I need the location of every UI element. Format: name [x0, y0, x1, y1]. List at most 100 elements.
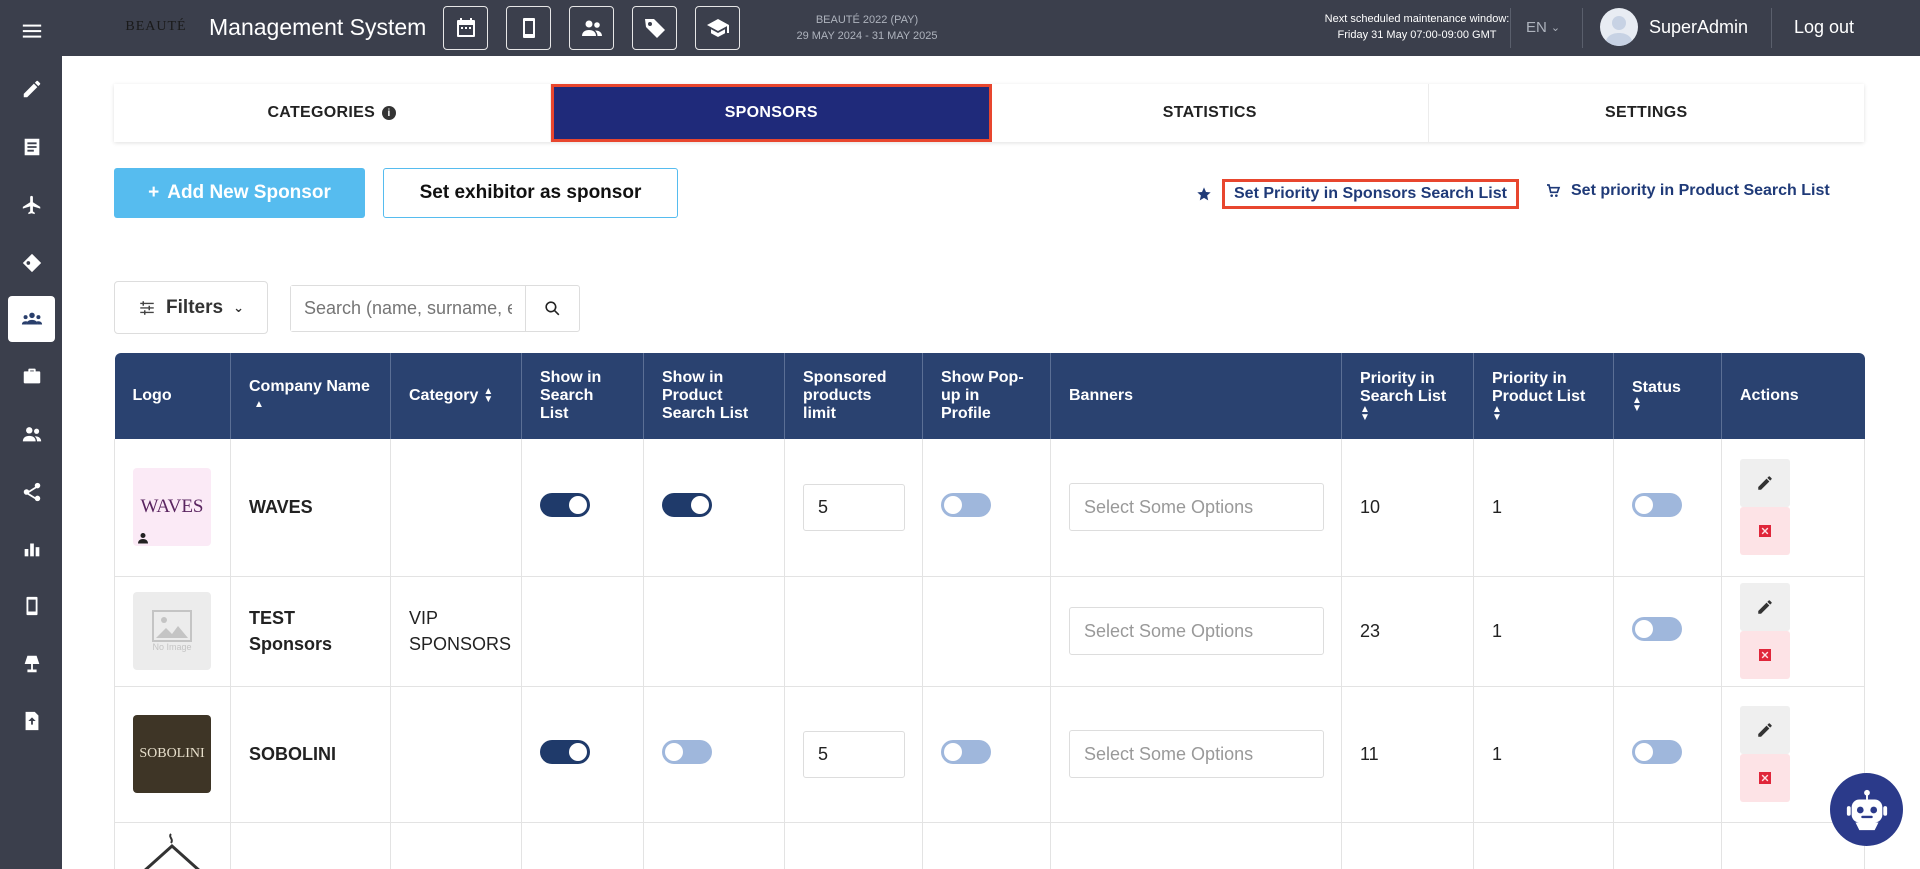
tag-icon[interactable]	[632, 6, 677, 50]
chatbot-button[interactable]	[1830, 773, 1903, 846]
logo-cell: No Image	[114, 576, 231, 687]
table-row: SOBOLINI SOBOLINI 5 Select Some Options …	[114, 686, 1865, 823]
set-priority-products-link[interactable]: Set priority in Product Search List	[1545, 182, 1830, 200]
delete-button[interactable]	[1740, 507, 1790, 556]
table-header-row: Logo Company Name▲ Category ▲ ▼ Show in Se…	[114, 353, 1865, 439]
house-logo-icon	[144, 833, 200, 869]
category: VIP SPONSORS	[409, 608, 512, 654]
set-priority-sponsors-link[interactable]: Set Priority in Sponsors Search List	[1196, 179, 1519, 209]
tab-categories[interactable]: CATEGORIES i	[114, 84, 551, 142]
column-header-status[interactable]: Status ▲ ▼	[1613, 353, 1722, 439]
column-header-priority-product[interactable]: Priority in Product List ▲ ▼	[1473, 353, 1614, 439]
language-selector[interactable]: EN ⌄	[1526, 19, 1560, 36]
divider	[1510, 8, 1511, 48]
logo-cell: WAVES	[114, 439, 231, 577]
search-icon	[545, 301, 560, 316]
sort-icon: ▲ ▼	[483, 385, 494, 405]
column-header: Actions	[1721, 353, 1865, 439]
share-icon[interactable]	[8, 469, 55, 515]
search-input[interactable]	[291, 286, 525, 331]
top-bar: BEAUTÉ Management System BEAUTÉ 2022 (PA…	[62, 0, 1920, 56]
section-tabs: CATEGORIES i SPONSORS STATISTICS SETTING…	[114, 84, 1864, 142]
company-name: WAVES	[249, 497, 313, 518]
delete-button[interactable]	[1740, 754, 1790, 802]
column-header-category[interactable]: Category ▲ ▼	[390, 353, 522, 439]
briefcase-icon[interactable]	[8, 353, 55, 399]
chevron-down-icon: ⌄	[1550, 22, 1561, 34]
people-icon[interactable]	[8, 411, 55, 457]
priority-search: 10	[1360, 496, 1381, 517]
status-toggle[interactable]	[1632, 492, 1682, 517]
app-title: Management System	[209, 14, 427, 40]
chart-icon[interactable]	[8, 526, 55, 572]
column-header: Banners	[1050, 353, 1342, 439]
delete-icon	[1759, 525, 1771, 538]
delete-button[interactable]	[1740, 631, 1790, 679]
image-placeholder-icon	[152, 610, 192, 642]
sponsors-table: Logo Company Name▲ Category ▲ ▼ Show in Se…	[114, 353, 1865, 869]
users-group-icon[interactable]	[8, 296, 55, 342]
logo-cell: SOBOLINI	[114, 686, 231, 823]
users-icon[interactable]	[569, 6, 614, 50]
products-limit-input[interactable]: 5	[803, 730, 905, 778]
tags-icon[interactable]	[8, 240, 55, 286]
company-logo: No Image	[133, 592, 211, 670]
info-icon: i	[382, 106, 397, 120]
priority-search: 23	[1360, 620, 1381, 641]
file-upload-icon[interactable]	[8, 698, 55, 744]
cart-icon	[1547, 184, 1561, 197]
filters-button[interactable]: Filters ⌄	[114, 281, 268, 334]
tab-sponsors[interactable]: SPONSORS	[550, 84, 992, 142]
lamp-icon[interactable]	[8, 641, 55, 687]
show-search-toggle[interactable]	[540, 739, 590, 764]
priority-product: 1	[1492, 743, 1503, 764]
table-row: No Image TEST Sponsors VIP SPONSORS Sele…	[114, 576, 1865, 687]
menu-icon[interactable]	[8, 8, 55, 54]
popup-toggle[interactable]	[941, 739, 991, 764]
show-search-toggle[interactable]	[540, 492, 590, 517]
tab-statistics[interactable]: STATISTICS	[992, 84, 1429, 142]
robot-icon	[1846, 789, 1887, 830]
edit-button[interactable]	[1740, 706, 1790, 754]
show-product-search-toggle[interactable]	[662, 739, 712, 764]
column-header: Show in Product Search List	[643, 353, 785, 439]
edit-button[interactable]	[1740, 583, 1790, 631]
divider	[1582, 8, 1583, 48]
banners-select[interactable]: Select Some Options	[1069, 607, 1324, 655]
add-new-sponsor-button[interactable]: + Add New Sponsor	[114, 168, 365, 218]
sliders-icon	[140, 300, 154, 315]
list-icon[interactable]	[8, 124, 55, 170]
plus-icon: +	[148, 182, 160, 203]
plane-icon[interactable]	[8, 182, 55, 228]
banners-select[interactable]: Select Some Options	[1069, 483, 1324, 532]
divider	[1771, 8, 1772, 48]
logo-cell	[114, 822, 231, 869]
status-toggle[interactable]	[1632, 739, 1682, 764]
show-product-search-toggle[interactable]	[662, 492, 712, 517]
set-exhibitor-as-sponsor-button[interactable]: Set exhibitor as sponsor	[383, 168, 678, 218]
banners-select[interactable]: Select Some Options	[1069, 730, 1324, 778]
sort-icon: ▲ ▼	[1632, 395, 1642, 414]
sort-icon: ▲ ▼	[1360, 404, 1370, 423]
pencil-icon	[1758, 723, 1772, 737]
avatar[interactable]	[1600, 8, 1638, 46]
status-toggle[interactable]	[1632, 616, 1682, 641]
calendar-icon[interactable]	[443, 6, 488, 50]
column-header: Show Pop-up in Profile	[922, 353, 1051, 439]
column-header-company[interactable]: Company Name▲	[230, 353, 391, 439]
logout-link[interactable]: Log out	[1794, 17, 1854, 38]
tab-settings[interactable]: SETTINGS	[1429, 84, 1865, 142]
popup-toggle[interactable]	[941, 492, 991, 517]
table-row	[114, 822, 1865, 869]
priority-product: 1	[1492, 620, 1503, 641]
graduation-cap-icon[interactable]	[695, 6, 740, 50]
edit-button[interactable]	[1740, 459, 1790, 508]
company-name: SOBOLINI	[249, 744, 337, 764]
search-button[interactable]	[525, 286, 579, 331]
products-limit-input[interactable]: 5	[803, 483, 905, 531]
mobile-icon[interactable]	[506, 6, 551, 50]
mobile-icon[interactable]	[8, 583, 55, 629]
column-header-priority-search[interactable]: Priority in Search List ▲ ▼	[1341, 353, 1474, 439]
pencil-icon[interactable]	[8, 66, 55, 112]
event-info: BEAUTÉ 2022 (PAY) 29 MAY 2024 - 31 MAY 2…	[796, 14, 938, 42]
